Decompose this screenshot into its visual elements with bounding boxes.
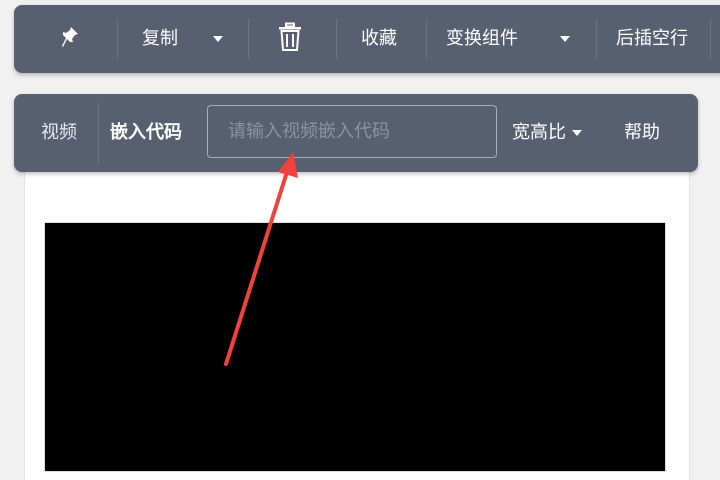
help-label: 帮助 xyxy=(624,122,660,143)
favorite-button[interactable]: 收藏 xyxy=(361,5,397,73)
video-preview[interactable] xyxy=(44,222,666,472)
chevron-down-icon xyxy=(560,36,570,42)
transform-component-button[interactable]: 变换组件 xyxy=(446,5,518,73)
embed-code-tab[interactable]: 嵌入代码 xyxy=(110,94,182,172)
insert-empty-line-label: 后插空行 xyxy=(616,28,688,49)
toolbar-divider xyxy=(117,19,118,59)
aspect-ratio-dropdown[interactable]: 宽高比 xyxy=(512,94,582,172)
toolbar-divider xyxy=(248,19,249,59)
toolbar-divider xyxy=(336,19,337,59)
toolbar-divider xyxy=(710,19,711,59)
insert-empty-line-button[interactable]: 后插空行 xyxy=(616,5,688,73)
favorite-label: 收藏 xyxy=(361,28,397,49)
pin-icon xyxy=(60,25,82,53)
copy-label: 复制 xyxy=(142,28,178,49)
video-label: 视频 xyxy=(41,122,77,143)
embed-code-input[interactable] xyxy=(207,105,497,158)
chevron-down-icon xyxy=(572,130,582,136)
help-button[interactable]: 帮助 xyxy=(624,94,660,172)
toolbar-divider xyxy=(596,19,597,59)
transform-label: 变换组件 xyxy=(446,28,518,49)
delete-button[interactable] xyxy=(277,5,303,73)
embed-code-label: 嵌入代码 xyxy=(110,122,182,143)
video-tab[interactable]: 视频 xyxy=(41,94,77,172)
video-toolbar: 视频 嵌入代码 宽高比 帮助 xyxy=(14,94,698,172)
aspect-ratio-label: 宽高比 xyxy=(512,122,566,143)
transform-dropdown-button[interactable] xyxy=(560,5,570,73)
copy-button[interactable]: 复制 xyxy=(142,5,178,73)
component-toolbar: 复制 收藏 变换组件 后插空行 xyxy=(14,5,720,73)
chevron-down-icon xyxy=(213,36,223,42)
toolbar-divider xyxy=(98,102,99,164)
toolbar-divider xyxy=(426,19,427,59)
trash-icon xyxy=(277,22,303,56)
pin-button[interactable] xyxy=(60,5,82,73)
copy-dropdown-button[interactable] xyxy=(213,5,223,73)
